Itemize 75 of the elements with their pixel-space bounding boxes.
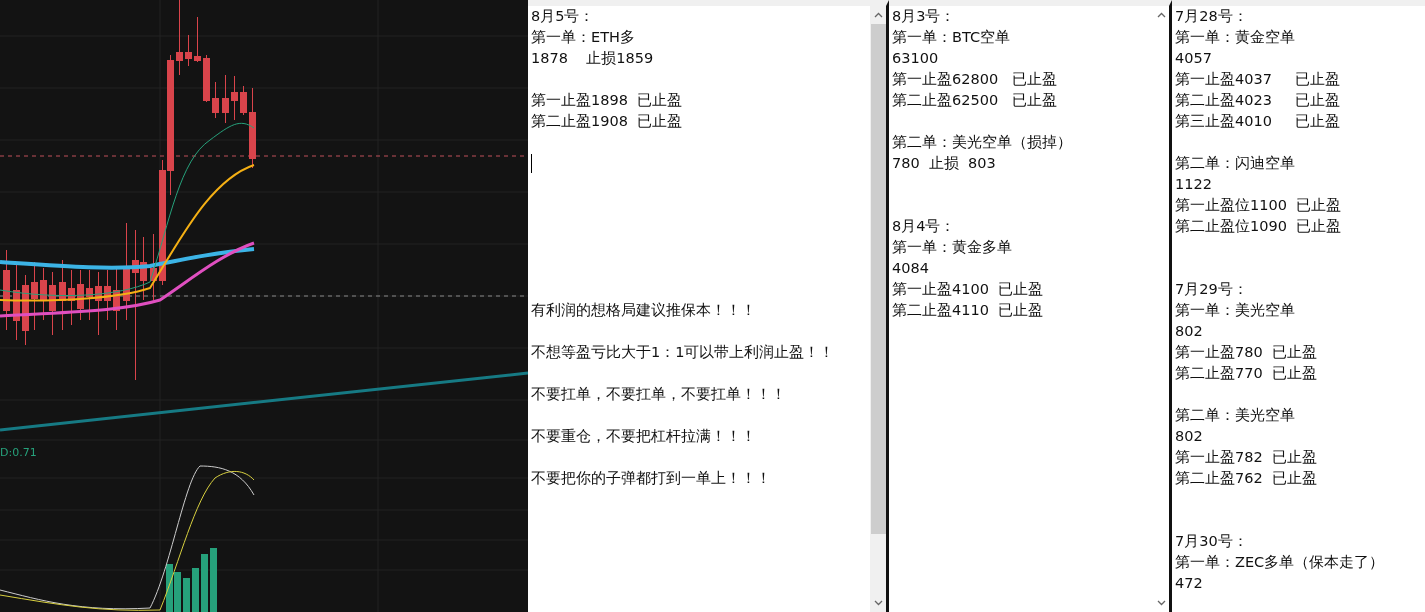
candle [240, 85, 247, 116]
text-line: 第一单：黄金多单 [892, 238, 1012, 257]
text-line: 第三止盈4010 已止盈 [1175, 112, 1340, 131]
text-line: 1878 止损1859 [531, 49, 654, 68]
text-line: 第一止盈780 已止盈 [1175, 343, 1317, 362]
indicator-label: D:0.71 [0, 446, 37, 459]
text-editor[interactable]: 8月5号： 第一单：ETH多 1878 止损1859 第一止盈1898 已止盈 第二止盈1908 已止盈 有利润的想格局建议推保本！！！ 不想等盈亏比大于1：1可以带上利润止盈！！ 不要扛单，不要扛单，不要扛单！！！ 不要重仓，不要把杠杆拉满！！！ 不要把你的子弹都打到一单上！！！ [528, 0, 889, 612]
scrollbar[interactable] [870, 6, 886, 612]
text-line: 第二单：闪迪空单 [1175, 154, 1295, 173]
histogram-bar [201, 554, 208, 612]
text-line: 第二止盈4110 已止盈 [892, 301, 1044, 320]
histogram-bar [183, 578, 190, 612]
text-line: 4057 [1175, 49, 1212, 68]
text-line: 第一止盈782 已止盈 [1175, 448, 1317, 467]
text-line: 第二止盈1908 已止盈 [531, 112, 683, 131]
text-line: 第一止盈4100 已止盈 [892, 280, 1044, 299]
scroll-down-icon[interactable] [873, 600, 883, 606]
scroll-down-icon[interactable] [1156, 600, 1166, 606]
candle [68, 269, 75, 326]
candle [203, 54, 210, 103]
text-line: 7月28号： [1175, 7, 1248, 26]
candle [150, 233, 157, 301]
candle [185, 34, 192, 67]
candle [86, 269, 93, 321]
candle [22, 274, 29, 346]
text-line: 第一止盈位1100 已止盈 [1175, 196, 1342, 215]
text-line: 第二止盈位1090 已止盈 [1175, 217, 1342, 236]
text-line: 有利润的想格局建议推保本！！！ [531, 301, 756, 320]
candle [77, 269, 84, 321]
text-line: 第一单：BTC空单 [892, 28, 1011, 47]
text-line: 第二单：美光空单 [1175, 406, 1295, 425]
scroll-up-icon[interactable] [873, 12, 883, 18]
text-line: 不想等盈亏比大于1：1可以带上利润止盈！！ [531, 343, 835, 362]
text-line: 第二止盈770 已止盈 [1175, 364, 1317, 383]
scrollbar-thumb[interactable] [870, 24, 886, 534]
text-cursor [531, 154, 532, 173]
text-line: 802 [1175, 322, 1203, 341]
text-line: 1122 [1175, 175, 1212, 194]
text-line: 第一止盈1898 已止盈 [531, 91, 683, 110]
text-line: 不要把你的子弹都打到一单上！！！ [531, 469, 771, 488]
text-line: 7月30号： [1175, 532, 1248, 551]
text-line: 780 止损 803 [892, 154, 996, 173]
text-line: 802 [1175, 427, 1203, 446]
candle [231, 75, 238, 121]
candle [95, 271, 102, 336]
text-line: 8月3号： [892, 7, 956, 26]
text-line: 第一单：ZEC多单（保本走了） [1175, 553, 1385, 572]
text-line: 第二单：美光空单（损掉） [892, 133, 1072, 152]
text-line: 第一单：ETH多 [531, 28, 635, 47]
candle [194, 16, 201, 63]
text-line: 8月5号： [531, 7, 595, 26]
text-line: 63100 [892, 49, 939, 68]
histogram-bar [192, 568, 199, 612]
text-editor[interactable]: 8月3号： 第一单：BTC空单 63100 第一止盈62800 已止盈 第二止盈62500 已止盈 第二单：美光空单（损掉） 780 止损 803 8月4号： 第一单：黄金多单 4084 第一止盈4100 已止盈 第二止盈4110 已止盈 [889, 0, 1172, 612]
text-line: 第一单：美光空单 [1175, 301, 1295, 320]
scroll-up-icon[interactable] [1156, 12, 1166, 18]
candle [222, 74, 229, 124]
text-line: 7月29号： [1175, 280, 1248, 299]
text-line: 第一止盈4037 已止盈 [1175, 70, 1340, 89]
text-line: 第一单：黄金空单 [1175, 28, 1295, 47]
text-line: 第二止盈62500 已止盈 [892, 91, 1057, 110]
text-line: 4084 [892, 259, 929, 278]
histogram-bar [210, 548, 217, 612]
text-line: 8月4号： [892, 217, 956, 236]
candle [59, 259, 66, 331]
candle [113, 267, 120, 331]
text-line: 第二止盈762 已止盈 [1175, 469, 1317, 488]
text-line: 不要重仓，不要把杠杆拉满！！！ [531, 427, 756, 446]
text-line: 不要扛单，不要扛单，不要扛单！！！ [531, 385, 786, 404]
text-line: 472 [1175, 574, 1203, 593]
candle [49, 271, 56, 336]
text-line: 第二止盈4023 已止盈 [1175, 91, 1340, 110]
candle [212, 81, 219, 119]
candle [40, 267, 47, 321]
text-line: 第一止盈62800 已止盈 [892, 70, 1057, 89]
